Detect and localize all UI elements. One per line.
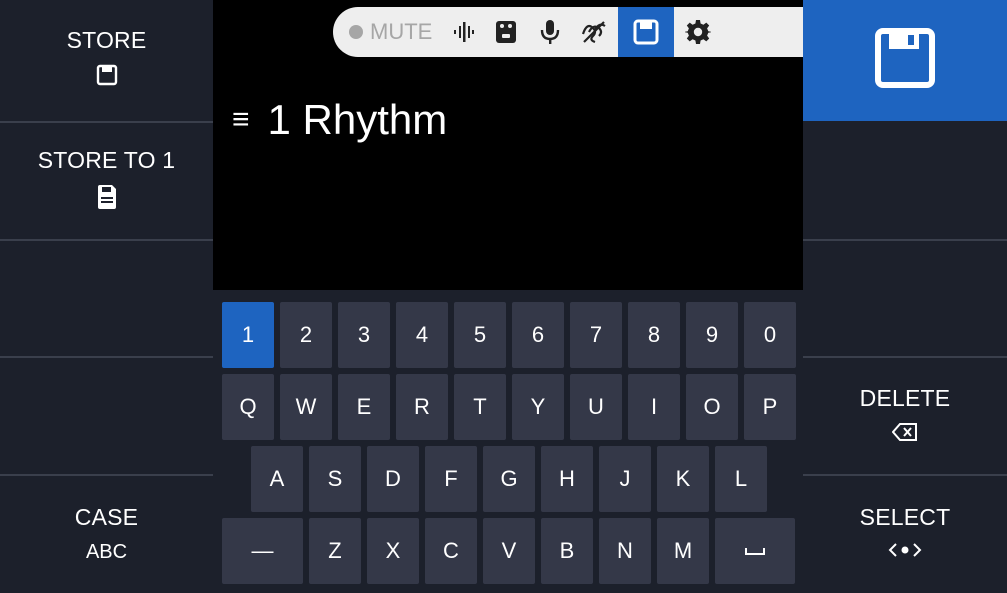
right-panel: DELETE SELECT xyxy=(803,0,1007,592)
case-mode: ABC xyxy=(85,541,128,563)
key-w[interactable]: W xyxy=(280,374,332,440)
key-5[interactable]: 5 xyxy=(454,302,506,368)
key-o[interactable]: O xyxy=(686,374,738,440)
key-n[interactable]: N xyxy=(599,518,651,584)
key-m[interactable]: M xyxy=(657,518,709,584)
key-0[interactable]: 0 xyxy=(744,302,796,368)
store-to-button[interactable]: STORE TO 1 xyxy=(0,122,213,240)
cursor-move-icon xyxy=(888,541,922,565)
save-icon xyxy=(874,27,936,94)
store-to-label: STORE TO 1 xyxy=(37,146,176,173)
key-q[interactable]: Q xyxy=(222,374,274,440)
mute-indicator xyxy=(349,25,363,39)
store-button[interactable]: STORE xyxy=(0,0,213,118)
key-j[interactable]: J xyxy=(599,446,651,512)
save-icon xyxy=(96,64,118,92)
key-f[interactable]: F xyxy=(425,446,477,512)
space-key[interactable] xyxy=(715,518,795,584)
key-9[interactable]: 9 xyxy=(686,302,738,368)
save-to-icon xyxy=(96,184,118,216)
key-a[interactable]: A xyxy=(251,446,303,512)
key-d[interactable]: D xyxy=(367,446,419,512)
key-p[interactable]: P xyxy=(744,374,796,440)
key-t[interactable]: T xyxy=(454,374,506,440)
key-u[interactable]: U xyxy=(570,374,622,440)
delete-label: DELETE xyxy=(859,384,951,411)
key-4[interactable]: 4 xyxy=(396,302,448,368)
key-i[interactable]: I xyxy=(628,374,680,440)
effect-pedal-icon[interactable] xyxy=(486,7,526,57)
key-r[interactable]: R xyxy=(396,374,448,440)
case-label: CASE xyxy=(74,504,139,530)
empty-left-button-3[interactable] xyxy=(0,240,213,358)
mute-toggle[interactable]: MUTE xyxy=(349,19,432,45)
key-2[interactable]: 2 xyxy=(280,302,332,368)
key-k[interactable]: K xyxy=(657,446,709,512)
menu-icon[interactable]: ≡ xyxy=(232,103,250,137)
looper-icon[interactable] xyxy=(574,7,614,57)
key-l[interactable]: L xyxy=(715,446,767,512)
microphone-icon[interactable] xyxy=(530,7,570,57)
tuner-icon[interactable] xyxy=(444,7,484,57)
key-b[interactable]: B xyxy=(541,518,593,584)
empty-left-button-4[interactable] xyxy=(0,357,213,475)
select-button[interactable]: SELECT xyxy=(803,475,1007,593)
key-8[interactable]: 8 xyxy=(628,302,680,368)
dash-key[interactable]: — xyxy=(222,518,303,584)
settings-icon[interactable] xyxy=(678,7,718,57)
key-v[interactable]: V xyxy=(483,518,535,584)
patch-name-text: 1 Rhythm xyxy=(267,96,448,143)
key-c[interactable]: C xyxy=(425,518,477,584)
mute-label: MUTE xyxy=(370,19,433,44)
case-button[interactable]: CASE ABC xyxy=(0,475,213,593)
key-e[interactable]: E xyxy=(338,374,390,440)
key-h[interactable]: H xyxy=(541,446,593,512)
key-x[interactable]: X xyxy=(367,518,419,584)
key-7[interactable]: 7 xyxy=(570,302,622,368)
key-6[interactable]: 6 xyxy=(512,302,564,368)
key-y[interactable]: Y xyxy=(512,374,564,440)
select-label: SELECT xyxy=(859,503,951,530)
on-screen-keyboard: 1234567890 QWERTYUIOP ASDFGHJKL — Z X C V B N M xyxy=(213,290,803,592)
key-z[interactable]: Z xyxy=(309,518,361,584)
store-label: STORE xyxy=(66,26,147,53)
status-toolbar: MUTE xyxy=(333,7,803,57)
key-3[interactable]: 3 xyxy=(338,302,390,368)
key-1[interactable]: 1 xyxy=(222,302,274,368)
left-panel: STORE STORE TO 1 CASE ABC xyxy=(0,0,213,592)
empty-right-button-3[interactable] xyxy=(803,240,1007,358)
key-s[interactable]: S xyxy=(309,446,361,512)
patch-name[interactable]: ≡ 1 Rhythm xyxy=(232,96,447,144)
save-icon[interactable] xyxy=(618,7,675,57)
save-confirm-button[interactable] xyxy=(803,0,1007,121)
key-g[interactable]: G xyxy=(483,446,535,512)
backspace-icon xyxy=(891,422,918,448)
empty-right-button-2[interactable] xyxy=(803,122,1007,240)
space-icon xyxy=(745,548,765,555)
delete-button[interactable]: DELETE xyxy=(803,357,1007,475)
